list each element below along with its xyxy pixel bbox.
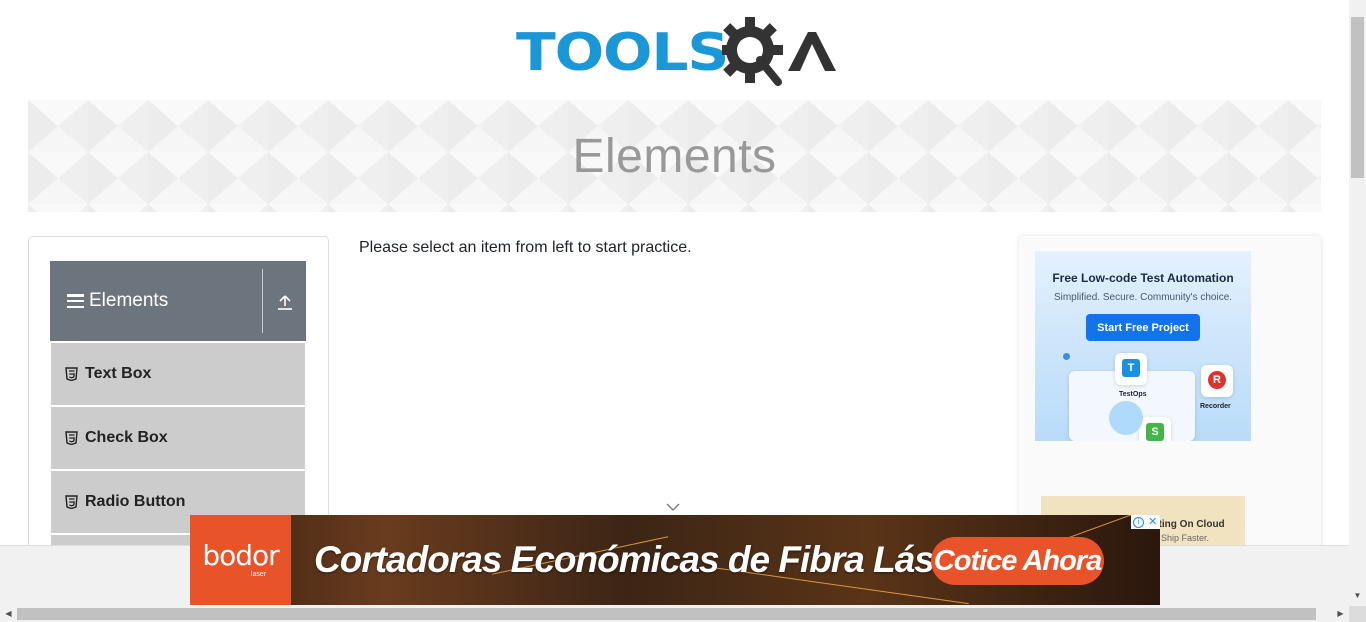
ad2-subline: Ship Faster. xyxy=(1161,533,1210,543)
brand-sub: laser xyxy=(250,571,267,578)
start-free-project-button[interactable]: Start Free Project xyxy=(1086,314,1200,341)
ad2-headline: sting On Cloud xyxy=(1153,519,1225,530)
recorder-tile: R xyxy=(1201,365,1233,397)
right-ad-column: Free Low-code Test Automation Simplified… xyxy=(1019,236,1321,556)
horizontal-scrollbar[interactable]: ◀ ▶ xyxy=(0,606,1349,622)
bodor-logo: bodor laser xyxy=(190,515,291,605)
html5-icon xyxy=(65,367,78,381)
nav-group-label: Elements xyxy=(89,290,169,311)
page-title: Elements xyxy=(572,129,777,183)
html5-icon xyxy=(65,495,78,509)
tile-label: TestOps xyxy=(1119,391,1147,398)
vertical-scroll-thumb[interactable] xyxy=(1351,17,1364,178)
scroll-right-arrow-icon[interactable]: ▶ xyxy=(1332,606,1349,622)
scroll-left-arrow-icon[interactable]: ◀ xyxy=(0,606,17,622)
ad-headline: Free Low-code Test Automation xyxy=(1052,271,1234,285)
info-icon[interactable]: i xyxy=(1132,516,1144,528)
logo-text: TOOLS xyxy=(516,23,729,83)
ad-headline: Cortadoras Económicas de Fibra Láser xyxy=(314,539,968,580)
decor-dot xyxy=(1063,353,1070,360)
close-icon[interactable]: ✕ xyxy=(1147,516,1158,528)
cotice-ahora-button[interactable]: Cotice Ahora xyxy=(931,537,1104,585)
menu-icon xyxy=(67,294,84,308)
bodor-ad[interactable]: bodor laser Cortadoras Económicas de Fib… xyxy=(190,515,1160,605)
page: TOOLS Elements Elements Text Box Check B… xyxy=(0,0,1366,622)
site-header: TOOLS xyxy=(0,0,1349,98)
sidebar-item-label: Radio Button xyxy=(85,493,186,510)
studio-tile: S xyxy=(1139,417,1171,441)
gear-magnifier-icon xyxy=(722,17,836,86)
horizontal-scroll-thumb[interactable] xyxy=(17,608,1316,620)
brand-name: bodor xyxy=(202,539,279,572)
toolsqa-logo[interactable]: TOOLS xyxy=(516,16,838,90)
html5-icon xyxy=(65,431,78,445)
practice-instruction: Please select an item from left to start… xyxy=(359,239,692,256)
katalon-ad[interactable]: Free Low-code Test Automation Simplified… xyxy=(1035,251,1251,441)
ad-subline: Simplified. Secure. Community's choice. xyxy=(1053,292,1233,303)
collapse-icon[interactable] xyxy=(276,293,294,311)
chevron-down-icon[interactable] xyxy=(666,502,680,512)
scrollbar-corner xyxy=(1349,606,1366,622)
testops-tile: T xyxy=(1115,353,1147,385)
sidebar-item-label: Check Box xyxy=(85,429,168,446)
left-nav-panel: Elements Text Box Check Box Radio Button xyxy=(28,236,329,556)
sidebar-item-check-box[interactable]: Check Box xyxy=(51,407,305,469)
nav-group-elements[interactable]: Elements xyxy=(50,261,306,341)
page-banner: Elements xyxy=(28,100,1321,212)
tile-label: Recorder xyxy=(1200,403,1231,410)
decor-circle xyxy=(1109,401,1143,435)
ad-choices: i ✕ xyxy=(1131,515,1160,529)
divider xyxy=(262,269,263,333)
vertical-scrollbar[interactable] xyxy=(1349,0,1366,606)
sidebar-item-text-box[interactable]: Text Box xyxy=(51,343,305,405)
nav-group-title: Elements xyxy=(67,290,168,312)
scroll-down-arrow-icon[interactable]: ▼ xyxy=(1352,590,1363,601)
sidebar-item-label: Text Box xyxy=(85,365,152,382)
